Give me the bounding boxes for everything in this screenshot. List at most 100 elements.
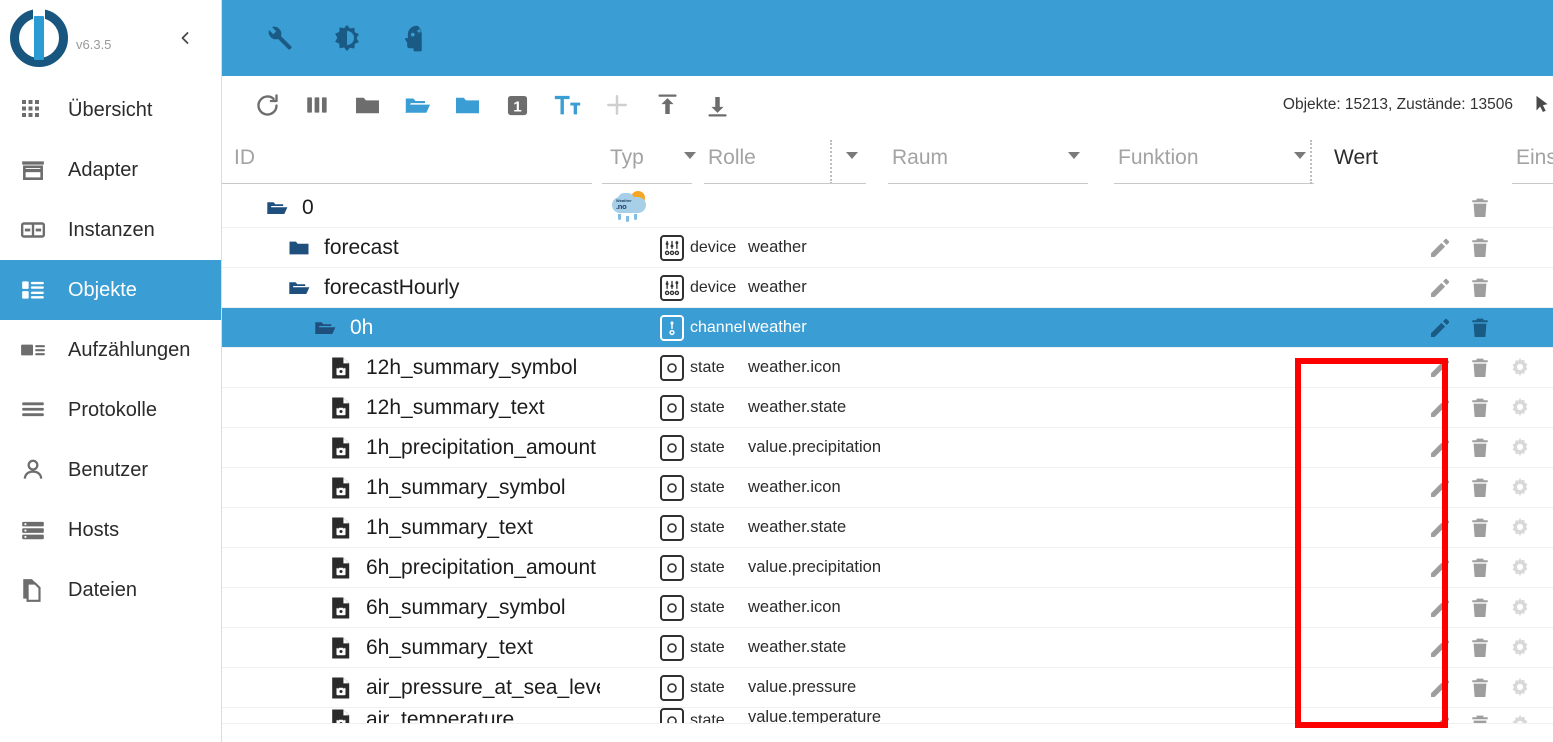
folder-filled-icon[interactable] <box>442 82 492 128</box>
collapse-sidebar-icon[interactable] <box>173 26 197 50</box>
edit-icon[interactable] <box>1423 391 1457 425</box>
download-icon[interactable] <box>692 82 742 128</box>
delete-icon[interactable] <box>1463 191 1497 225</box>
settings-icon[interactable] <box>1503 391 1537 425</box>
table-row[interactable]: air_temperature state value.temperature <box>222 708 1553 724</box>
state-lock-icon <box>326 516 356 540</box>
table-row-selected[interactable]: 0h channel weather <box>222 308 1553 348</box>
edit-icon[interactable] <box>1423 271 1457 305</box>
row-type-label: state <box>690 438 725 456</box>
overflow-cursor-icon[interactable] <box>1531 93 1553 117</box>
chevron-down-icon[interactable] <box>846 152 858 159</box>
table-row[interactable]: 1h_summary_text state weather.state <box>222 508 1553 548</box>
delete-icon[interactable] <box>1463 671 1497 705</box>
row-id-label: 0 <box>302 195 314 219</box>
table-row[interactable]: air_pressure_at_sea_level state value.pr… <box>222 668 1553 708</box>
brightness-icon[interactable] <box>330 21 364 55</box>
sidebar-item-instanzen[interactable]: Instanzen <box>0 200 221 260</box>
delete-icon[interactable] <box>1463 431 1497 465</box>
edit-icon[interactable] <box>1423 351 1457 385</box>
settings-icon[interactable] <box>1503 351 1537 385</box>
edit-icon[interactable] <box>1423 471 1457 505</box>
folder-open-icon[interactable] <box>310 316 340 340</box>
depth-one-icon[interactable]: 1 <box>492 82 542 128</box>
delete-icon[interactable] <box>1463 311 1497 345</box>
sidebar-item-benutzer[interactable]: Benutzer <box>0 440 221 500</box>
settings-icon[interactable] <box>1503 431 1537 465</box>
table-row[interactable]: 12h_summary_text state weather.state <box>222 388 1553 428</box>
filter-raum[interactable]: Raum <box>874 140 1100 184</box>
sidebar-item-uebersicht[interactable]: Übersicht <box>0 80 221 140</box>
sidebar-item-dateien[interactable]: Dateien <box>0 560 221 620</box>
row-type-label: device <box>690 238 737 256</box>
refresh-icon[interactable] <box>242 82 292 128</box>
delete-icon[interactable] <box>1463 511 1497 545</box>
channel-icon <box>660 314 684 341</box>
state-lock-icon <box>326 396 356 420</box>
sidebar-item-objekte[interactable]: Objekte <box>0 260 221 320</box>
table-row[interactable]: 0 Weather .no <box>222 188 1553 228</box>
row-type-label: state <box>690 358 725 376</box>
delete-icon[interactable] <box>1463 271 1497 305</box>
delete-icon[interactable] <box>1463 391 1497 425</box>
delete-icon[interactable] <box>1463 631 1497 665</box>
sidebar-item-aufzaehlungen[interactable]: Aufzählungen <box>0 320 221 380</box>
folder-closed-icon[interactable] <box>284 236 314 260</box>
settings-icon[interactable] <box>1503 471 1537 505</box>
table-row[interactable]: 1h_precipitation_amount state value.prec… <box>222 428 1553 468</box>
filter-typ[interactable]: Typ <box>602 140 696 184</box>
folder-open-icon[interactable] <box>284 276 314 300</box>
edit-icon[interactable] <box>1423 631 1457 665</box>
table-row[interactable]: 6h_summary_symbol state weather.icon <box>222 588 1553 628</box>
delete-icon[interactable] <box>1463 351 1497 385</box>
sidebar-item-protokolle[interactable]: Protokolle <box>0 380 221 440</box>
filter-funktion[interactable]: Funktion <box>1100 140 1326 184</box>
settings-icon[interactable] <box>1503 671 1537 705</box>
delete-icon[interactable] <box>1463 471 1497 505</box>
table-row[interactable]: 6h_summary_text state weather.state <box>222 628 1553 668</box>
table-row[interactable]: 12h_summary_symbol state weather.icon <box>222 348 1553 388</box>
edit-icon[interactable] <box>1423 671 1457 705</box>
row-type-label: state <box>690 598 725 616</box>
edit-icon[interactable] <box>1423 231 1457 265</box>
edit-icon[interactable] <box>1423 551 1457 585</box>
filter-rolle[interactable]: Rolle <box>686 140 874 184</box>
edit-icon[interactable] <box>1423 511 1457 545</box>
delete-icon[interactable] <box>1463 231 1497 265</box>
folder-open-icon[interactable] <box>262 196 292 220</box>
settings-icon[interactable] <box>1503 511 1537 545</box>
edit-icon[interactable] <box>1423 311 1457 345</box>
sidebar-item-label: Objekte <box>68 279 137 301</box>
settings-icon[interactable] <box>1503 551 1537 585</box>
expert-head-icon[interactable] <box>398 21 432 55</box>
table-row[interactable]: 1h_summary_symbol state weather.icon <box>222 468 1553 508</box>
folder-closed-icon[interactable] <box>342 82 392 128</box>
sidebar-item-label: Instanzen <box>68 219 155 241</box>
delete-icon[interactable] <box>1463 551 1497 585</box>
row-id-label: 1h_summary_text <box>366 515 533 539</box>
upload-icon[interactable] <box>642 82 692 128</box>
chevron-down-icon[interactable] <box>1068 152 1080 159</box>
edit-icon[interactable] <box>1423 431 1457 465</box>
table-row[interactable]: forecast device weather <box>222 228 1553 268</box>
delete-icon[interactable] <box>1463 591 1497 625</box>
columns-icon[interactable] <box>292 82 342 128</box>
text-size-icon[interactable] <box>542 82 592 128</box>
settings-icon[interactable] <box>1503 631 1537 665</box>
filter-id[interactable]: ID <box>222 140 602 184</box>
sidebar-item-adapter[interactable]: Adapter <box>0 140 221 200</box>
edit-icon[interactable] <box>1423 591 1457 625</box>
sidebar-item-hosts[interactable]: Hosts <box>0 500 221 560</box>
delete-icon[interactable] <box>1463 708 1497 723</box>
table-row[interactable]: 6h_precipitation_amount state value.prec… <box>222 548 1553 588</box>
wrench-icon[interactable] <box>262 21 296 55</box>
table-row[interactable]: forecastHourly device weather <box>222 268 1553 308</box>
edit-icon[interactable] <box>1423 708 1457 723</box>
row-id-cell: 12h_summary_symbol <box>222 356 600 380</box>
plus-icon[interactable] <box>592 82 642 128</box>
row-type-cell: state <box>660 674 748 701</box>
settings-icon[interactable] <box>1503 708 1537 723</box>
chevron-down-icon[interactable] <box>1294 152 1306 159</box>
settings-icon[interactable] <box>1503 591 1537 625</box>
folder-open-icon[interactable] <box>392 82 442 128</box>
